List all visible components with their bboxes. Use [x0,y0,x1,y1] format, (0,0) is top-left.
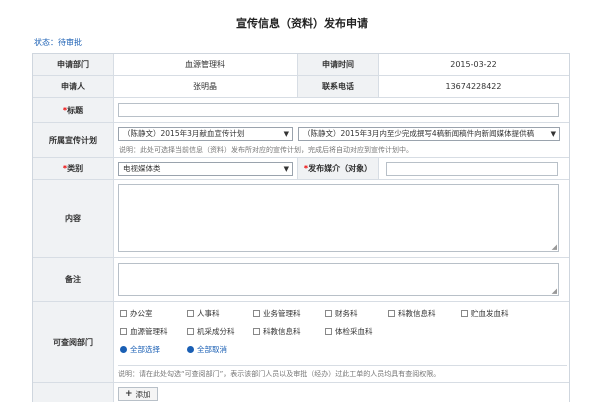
dept-checkbox[interactable]: 办公室 [120,308,153,319]
time-value: 2015-03-22 [450,60,497,69]
viewers-label: 可查阅部门 [33,302,114,382]
attachments-label [33,383,114,402]
row-title: * 标题 [33,98,569,123]
plan-label: 所属宣传计划 [33,123,114,157]
dept-checkbox[interactable]: 血源管理科 [120,326,168,337]
chevron-down-icon: ▼ [550,130,556,138]
chevron-down-icon: ▼ [283,165,289,173]
chevron-down-icon: ▼ [283,130,289,138]
row-plan: 所属宣传计划 （陈静文）2015年3月献血宣传计划 ▼ （陈静文）2015年3月内… [33,123,569,158]
applicant-value: 张明晶 [193,82,217,91]
remark-label: 备注 [33,258,114,301]
media-input[interactable] [386,162,558,176]
row-applicant: 申请人 张明晶 联系电话 13674228422 [33,76,569,98]
dept-checkbox[interactable]: 贮血发血科 [461,308,509,319]
page-title: 宣传信息（资料）发布申请 [236,17,368,30]
dept-label: 申请部门 [33,54,114,75]
plan-select-primary[interactable]: （陈静文）2015年3月献血宣传计划 ▼ [118,127,293,141]
title-label: * 标题 [33,98,114,122]
dept-checkbox[interactable]: 人事科 [187,308,220,319]
time-label: 申请时间 [297,54,379,75]
row-viewers: 可查阅部门 办公室 人事科 业务管理科 财务科 科教信息科 贮血发血科 血源管理… [33,302,569,383]
resize-grip-icon[interactable]: ◢ [552,243,557,251]
viewers-hint: 说明：请在此处勾选“可查阅部门”，表示该部门人员以及审批（经办）过此工单的人员均… [118,365,567,379]
row-remark: 备注 ◢ [33,258,569,302]
title-input[interactable] [118,103,559,117]
plan-select-secondary[interactable]: （陈静文）2015年3月内至少完成撰写4稿新闻稿件向新闻媒体提供稿 ▼ [298,127,560,141]
content-label: 内容 [33,180,114,257]
remark-textarea[interactable]: ◢ [118,263,559,296]
resize-grip-icon[interactable]: ◢ [552,287,557,295]
category-select[interactable]: 电视媒体类 ▼ [118,162,293,176]
dept-checkbox[interactable]: 科教信息科 [388,308,436,319]
dept-checkbox[interactable]: 财务科 [325,308,358,319]
application-form: 申请部门 血源管理科 申请时间 2015-03-22 申请人 张明晶 联系电话 … [32,53,570,402]
dept-checkbox[interactable]: 科教信息科 [253,326,301,337]
row-content: 内容 ◢ [33,180,569,258]
plus-icon: + [125,389,133,399]
row-department: 申请部门 血源管理科 申请时间 2015-03-22 [33,54,569,76]
dept-checkbox[interactable]: 机采成分科 [187,326,235,337]
content-textarea[interactable]: ◢ [118,184,559,252]
media-label: * 发布媒介（对象） [297,158,379,179]
row-attachments: + 添加 [33,383,569,402]
add-button[interactable]: + 添加 [118,387,158,401]
dept-value: 血源管理科 [185,60,225,69]
deselect-all-icon [187,346,194,353]
category-label: * 类别 [33,158,114,179]
plan-hint: 说明：此处可选择当前信息（资料）发布所对应的宣传计划，完成后将自动对应到宣传计划… [119,146,413,154]
select-all-icon [120,346,127,353]
applicant-label: 申请人 [33,76,114,97]
row-category: * 类别 电视媒体类 ▼ * 发布媒介（对象） [33,158,569,180]
dept-checkbox[interactable]: 业务管理科 [253,308,301,319]
status-text: 状态：待审批 [34,38,82,47]
dept-checkbox[interactable]: 体检采血科 [325,326,373,337]
phone-value: 13674228422 [445,82,502,91]
phone-label: 联系电话 [297,76,379,97]
select-all-link[interactable]: 全部选择 [120,344,160,355]
deselect-all-link[interactable]: 全部取消 [187,344,227,355]
